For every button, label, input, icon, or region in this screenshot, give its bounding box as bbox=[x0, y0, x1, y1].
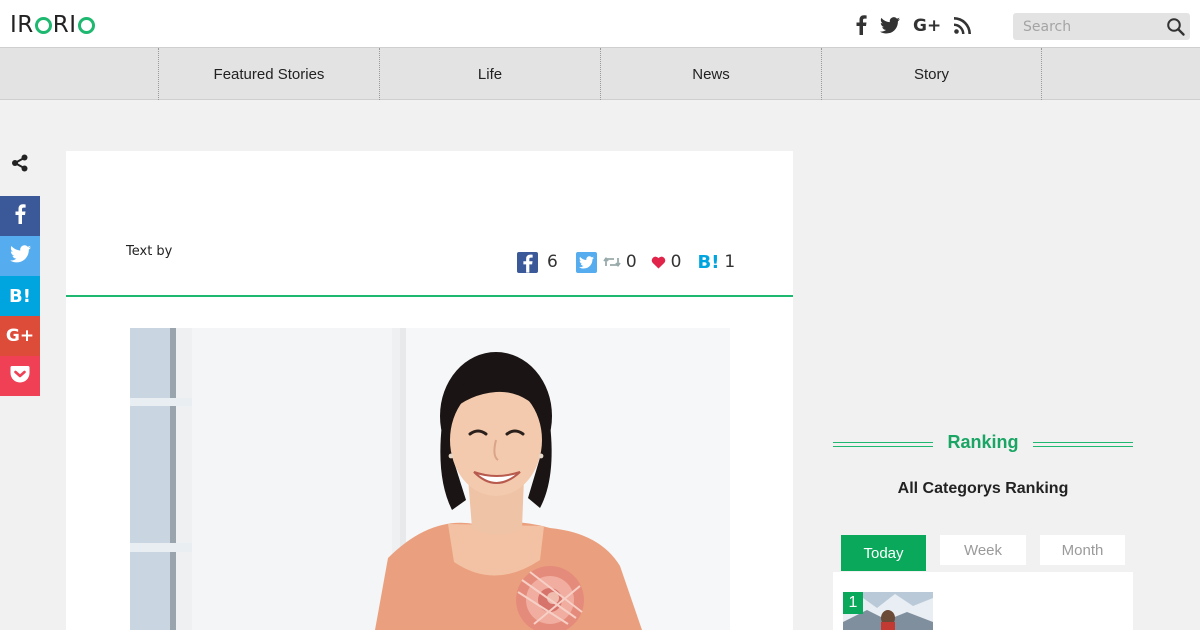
ranking-subtitle: All Categorys Ranking bbox=[897, 480, 1069, 497]
pocket-icon bbox=[10, 365, 30, 387]
share-pocket-button[interactable] bbox=[0, 356, 40, 396]
share-facebook-button[interactable] bbox=[0, 196, 40, 236]
site-logo[interactable]: IR RI bbox=[10, 12, 96, 38]
title-divider bbox=[66, 295, 793, 297]
hatena-bookmark-icon: B! bbox=[9, 285, 31, 307]
facebook-icon[interactable] bbox=[517, 251, 538, 273]
share-twitter-button[interactable] bbox=[0, 236, 40, 276]
svg-text:G+: G+ bbox=[913, 16, 941, 34]
search-input[interactable] bbox=[1013, 13, 1163, 40]
google-plus-icon: G+ bbox=[5, 326, 35, 346]
ranking-number: 1 bbox=[843, 592, 863, 614]
heart-icon[interactable] bbox=[651, 256, 666, 269]
nav-item-life[interactable]: Life bbox=[379, 48, 600, 100]
main-nav: Featured Stories Life News Story bbox=[0, 48, 1200, 100]
search-box bbox=[1013, 13, 1190, 40]
twitter-icon[interactable] bbox=[575, 251, 597, 273]
search-icon[interactable] bbox=[1166, 17, 1186, 37]
facebook-icon[interactable] bbox=[848, 13, 874, 37]
tab-week[interactable]: Week bbox=[940, 535, 1026, 565]
article-author: Text by bbox=[126, 244, 173, 259]
ranking-heading: Ranking bbox=[833, 432, 1133, 456]
hatena-count: 1 bbox=[724, 252, 736, 272]
logo-ring bbox=[77, 16, 95, 34]
article-photo bbox=[130, 328, 730, 630]
twitter-icon bbox=[9, 245, 31, 267]
logo-text-ri: RI bbox=[52, 12, 77, 38]
ranking-list: 1 bbox=[833, 572, 1133, 630]
nav-item-featured-stories[interactable]: Featured Stories bbox=[158, 48, 379, 100]
ranking-item-thumbnail[interactable]: 1 bbox=[843, 592, 933, 630]
twitter-icon[interactable] bbox=[877, 13, 903, 37]
logo-text-ir: IR bbox=[10, 12, 34, 38]
site-header: IR RI G+ bbox=[0, 0, 1200, 48]
rss-icon[interactable] bbox=[949, 13, 975, 37]
ranking-title: Ranking bbox=[947, 432, 1019, 452]
retweet-count: 0 bbox=[625, 252, 637, 272]
logo-ring bbox=[34, 16, 52, 34]
share-google-plus-button[interactable]: G+ bbox=[0, 316, 40, 356]
google-plus-icon[interactable]: G+ bbox=[912, 13, 942, 37]
share-hatena-button[interactable]: B! bbox=[0, 276, 40, 316]
facebook-icon bbox=[14, 203, 26, 229]
share-counts: 6 0 0 B! 1 bbox=[517, 251, 735, 273]
nav-item-news[interactable]: News bbox=[600, 48, 821, 100]
tab-month[interactable]: Month bbox=[1040, 535, 1125, 565]
retweet-icon[interactable] bbox=[603, 255, 621, 269]
hatena-bookmark-icon[interactable]: B! bbox=[697, 252, 719, 273]
nav-item-story[interactable]: Story bbox=[821, 48, 1042, 100]
like-count: 0 bbox=[670, 252, 682, 272]
facebook-count: 6 bbox=[547, 252, 558, 272]
article-card: Text by 6 0 0 B! 1 bbox=[66, 151, 793, 630]
share-icon bbox=[11, 154, 29, 172]
tab-today[interactable]: Today bbox=[841, 535, 926, 571]
